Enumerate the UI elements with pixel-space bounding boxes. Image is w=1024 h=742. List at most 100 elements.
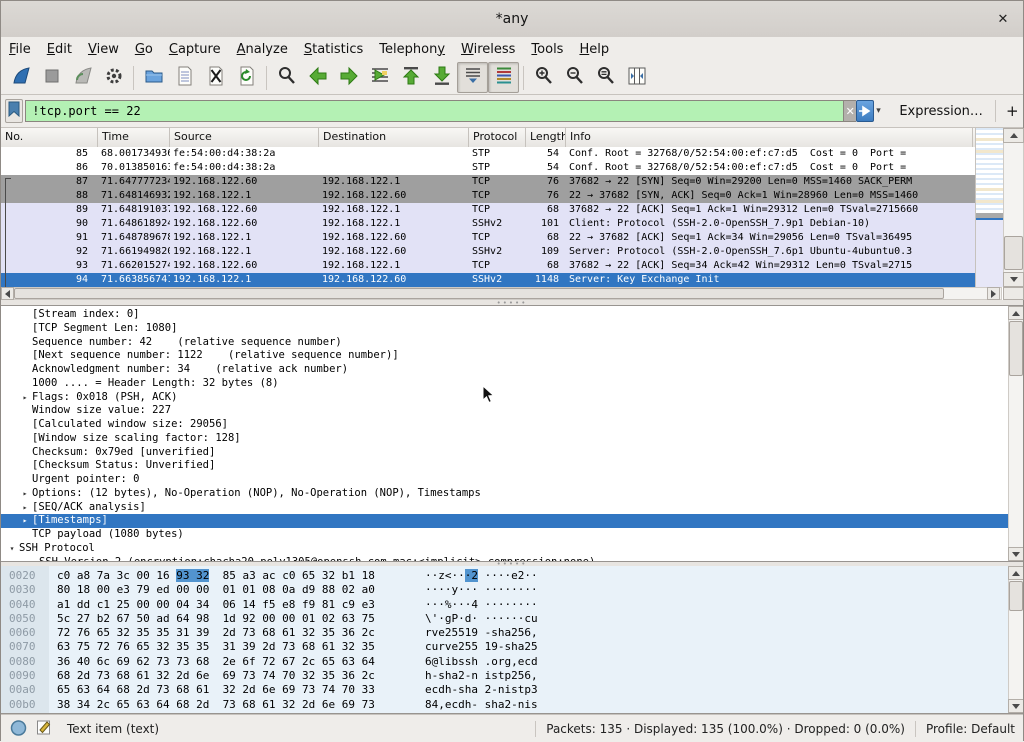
expand-right-icon[interactable]: ▸: [18, 391, 32, 405]
stop-capture-button[interactable]: [36, 62, 67, 93]
hex-row-00a0[interactable]: 00a065 63 64 68 2d 73 68 61 32 2d 6e 69 …: [1, 683, 1008, 697]
detail-line[interactable]: [TCP Segment Len: 1080]: [1, 322, 1008, 336]
column-header-time[interactable]: Time: [98, 128, 170, 147]
hex-vscroll-up[interactable]: [1008, 566, 1023, 580]
menu-telephony[interactable]: Telephony: [371, 42, 453, 57]
expand-right-icon[interactable]: ▸: [18, 487, 32, 501]
column-header-length[interactable]: Length: [526, 128, 566, 147]
expand-down-icon[interactable]: ▾: [5, 542, 19, 556]
resize-columns-button[interactable]: [621, 62, 652, 93]
hex-row-00b0[interactable]: 00b038 34 2c 65 63 64 68 2d 73 68 61 32 …: [1, 698, 1008, 712]
packet-hscroll-left[interactable]: [1, 287, 14, 300]
menu-file[interactable]: File: [1, 42, 39, 57]
hex-row-0070[interactable]: 007063 75 72 76 65 32 35 35 31 39 2d 73 …: [1, 640, 1008, 654]
hex-row-0040[interactable]: 0040a1 dd c1 25 00 00 04 34 06 14 f5 e8 …: [1, 598, 1008, 612]
expression-button[interactable]: Expression…: [899, 104, 983, 119]
detail-line[interactable]: [Window size scaling factor: 128]: [1, 432, 1008, 446]
hex-row-0030[interactable]: 003080 18 00 e3 79 ed 00 00 01 01 08 0a …: [1, 583, 1008, 597]
go-bottom-button[interactable]: [426, 62, 457, 93]
go-back-button[interactable]: [302, 62, 333, 93]
expand-right-icon[interactable]: ▸: [18, 501, 32, 515]
auto-scroll-button[interactable]: [457, 62, 488, 93]
detail-line[interactable]: Window size value: 227: [1, 404, 1008, 418]
column-header-source[interactable]: Source: [170, 128, 319, 147]
expand-right-icon[interactable]: ▸: [18, 514, 32, 528]
zoom-out-button[interactable]: [559, 62, 590, 93]
detail-line[interactable]: [Checksum Status: Unverified]: [1, 459, 1008, 473]
detail-line[interactable]: Urgent pointer: 0: [1, 473, 1008, 487]
column-header-no[interactable]: No.: [1, 128, 98, 147]
display-filter-input[interactable]: !tcp.port == 22: [25, 100, 843, 122]
go-to-packet-button[interactable]: [364, 62, 395, 93]
filter-apply-button[interactable]: [856, 100, 874, 122]
go-top-button[interactable]: [395, 62, 426, 93]
packet-row-88[interactable]: 8871.648146932192.168.122.1192.168.122.6…: [1, 189, 975, 203]
packet-vscroll-down[interactable]: [1003, 272, 1024, 287]
menu-statistics[interactable]: Statistics: [296, 42, 371, 57]
hex-row-0060[interactable]: 006072 76 65 32 35 35 31 39 2d 73 68 61 …: [1, 626, 1008, 640]
start-capture-button[interactable]: [5, 62, 36, 93]
packet-row-89[interactable]: 8971.648191037192.168.122.60192.168.122.…: [1, 203, 975, 217]
expert-info-icon[interactable]: [9, 718, 28, 740]
detail-line[interactable]: [Calculated window size: 29056]: [1, 418, 1008, 432]
reload-file-button[interactable]: [231, 62, 262, 93]
capture-comment-icon[interactable]: [36, 718, 53, 739]
hex-row-0080[interactable]: 008036 40 6c 69 62 73 73 68 2e 6f 72 67 …: [1, 655, 1008, 669]
hex-vscroll-thumb[interactable]: [1009, 581, 1023, 611]
packet-row-94[interactable]: 9471.663856741192.168.122.1192.168.122.6…: [1, 273, 975, 287]
find-packet-button[interactable]: [271, 62, 302, 93]
zoom-in-button[interactable]: [528, 62, 559, 93]
menu-go[interactable]: Go: [127, 42, 161, 57]
detail-line[interactable]: ▸Flags: 0x018 (PSH, ACK): [1, 391, 1008, 405]
filter-clear-button[interactable]: ✕: [843, 100, 856, 122]
hex-vscroll-down[interactable]: [1008, 699, 1023, 713]
packet-row-91[interactable]: 9171.648789678192.168.122.1192.168.122.6…: [1, 231, 975, 245]
menu-wireless[interactable]: Wireless: [453, 42, 523, 57]
column-header-info[interactable]: Info: [566, 128, 973, 147]
detail-line[interactable]: ▸[Timestamps]: [1, 514, 1008, 528]
packet-hscroll-right[interactable]: [987, 287, 1000, 300]
detail-line[interactable]: Acknowledgment number: 34 (relative ack …: [1, 363, 1008, 377]
menu-help[interactable]: Help: [571, 42, 617, 57]
packet-row-85[interactable]: 8568.001734936fe:54:00:d4:38:2aSTP54Conf…: [1, 147, 975, 161]
menu-view[interactable]: View: [80, 42, 127, 57]
detail-line[interactable]: ▾SSH Protocol: [1, 542, 1008, 556]
hex-row-0020[interactable]: 0020c0 a8 7a 3c 00 16 93 32 85 a3 ac c0 …: [1, 569, 1008, 583]
column-header-protocol[interactable]: Protocol: [469, 128, 526, 147]
packet-minimap-scrollbar[interactable]: [975, 128, 1003, 287]
detail-line[interactable]: Checksum: 0x79ed [unverified]: [1, 446, 1008, 460]
filter-history-dropdown[interactable]: ▾: [874, 100, 884, 122]
packet-vscroll-thumb[interactable]: [1004, 236, 1023, 270]
packet-row-86[interactable]: 8670.013850163fe:54:00:d4:38:2aSTP54Conf…: [1, 161, 975, 175]
zoom-original-button[interactable]: [590, 62, 621, 93]
detail-line[interactable]: ▸Options: (12 bytes), No-Operation (NOP)…: [1, 487, 1008, 501]
packet-hscroll-thumb[interactable]: [14, 288, 944, 299]
packet-row-93[interactable]: 9371.662015274192.168.122.60192.168.122.…: [1, 259, 975, 273]
menu-capture[interactable]: Capture: [161, 42, 229, 57]
packet-row-90[interactable]: 9071.648618924192.168.122.60192.168.122.…: [1, 217, 975, 231]
detail-vscroll-up[interactable]: [1008, 306, 1023, 320]
detail-line[interactable]: 1000 .... = Header Length: 32 bytes (8): [1, 377, 1008, 391]
colorize-button[interactable]: [488, 62, 519, 93]
profile-label[interactable]: Profile: Default: [926, 722, 1015, 736]
detail-vscroll-down[interactable]: [1008, 547, 1023, 561]
save-file-button[interactable]: [169, 62, 200, 93]
detail-line[interactable]: TCP payload (1080 bytes): [1, 528, 1008, 542]
restart-capture-button[interactable]: [67, 62, 98, 93]
go-forward-button[interactable]: [333, 62, 364, 93]
detail-line[interactable]: Sequence number: 42 (relative sequence n…: [1, 336, 1008, 350]
detail-vscroll-thumb[interactable]: [1009, 321, 1023, 376]
filter-add-button[interactable]: +: [1006, 102, 1019, 120]
hex-row-0090[interactable]: 009068 2d 73 68 61 32 2d 6e 69 73 74 70 …: [1, 669, 1008, 683]
packet-row-87[interactable]: 8771.647777234192.168.122.60192.168.122.…: [1, 175, 975, 189]
detail-line[interactable]: [Next sequence number: 1122 (relative se…: [1, 349, 1008, 363]
menu-analyze[interactable]: Analyze: [229, 42, 296, 57]
detail-line[interactable]: [Stream index: 0]: [1, 308, 1008, 322]
close-file-button[interactable]: [200, 62, 231, 93]
packet-row-92[interactable]: 9271.661949820192.168.122.1192.168.122.6…: [1, 245, 975, 259]
column-header-destination[interactable]: Destination: [319, 128, 469, 147]
packet-vscroll-up[interactable]: [1003, 128, 1024, 143]
close-button[interactable]: ✕: [993, 9, 1013, 29]
capture-options-button[interactable]: [98, 62, 129, 93]
menu-edit[interactable]: Edit: [39, 42, 80, 57]
